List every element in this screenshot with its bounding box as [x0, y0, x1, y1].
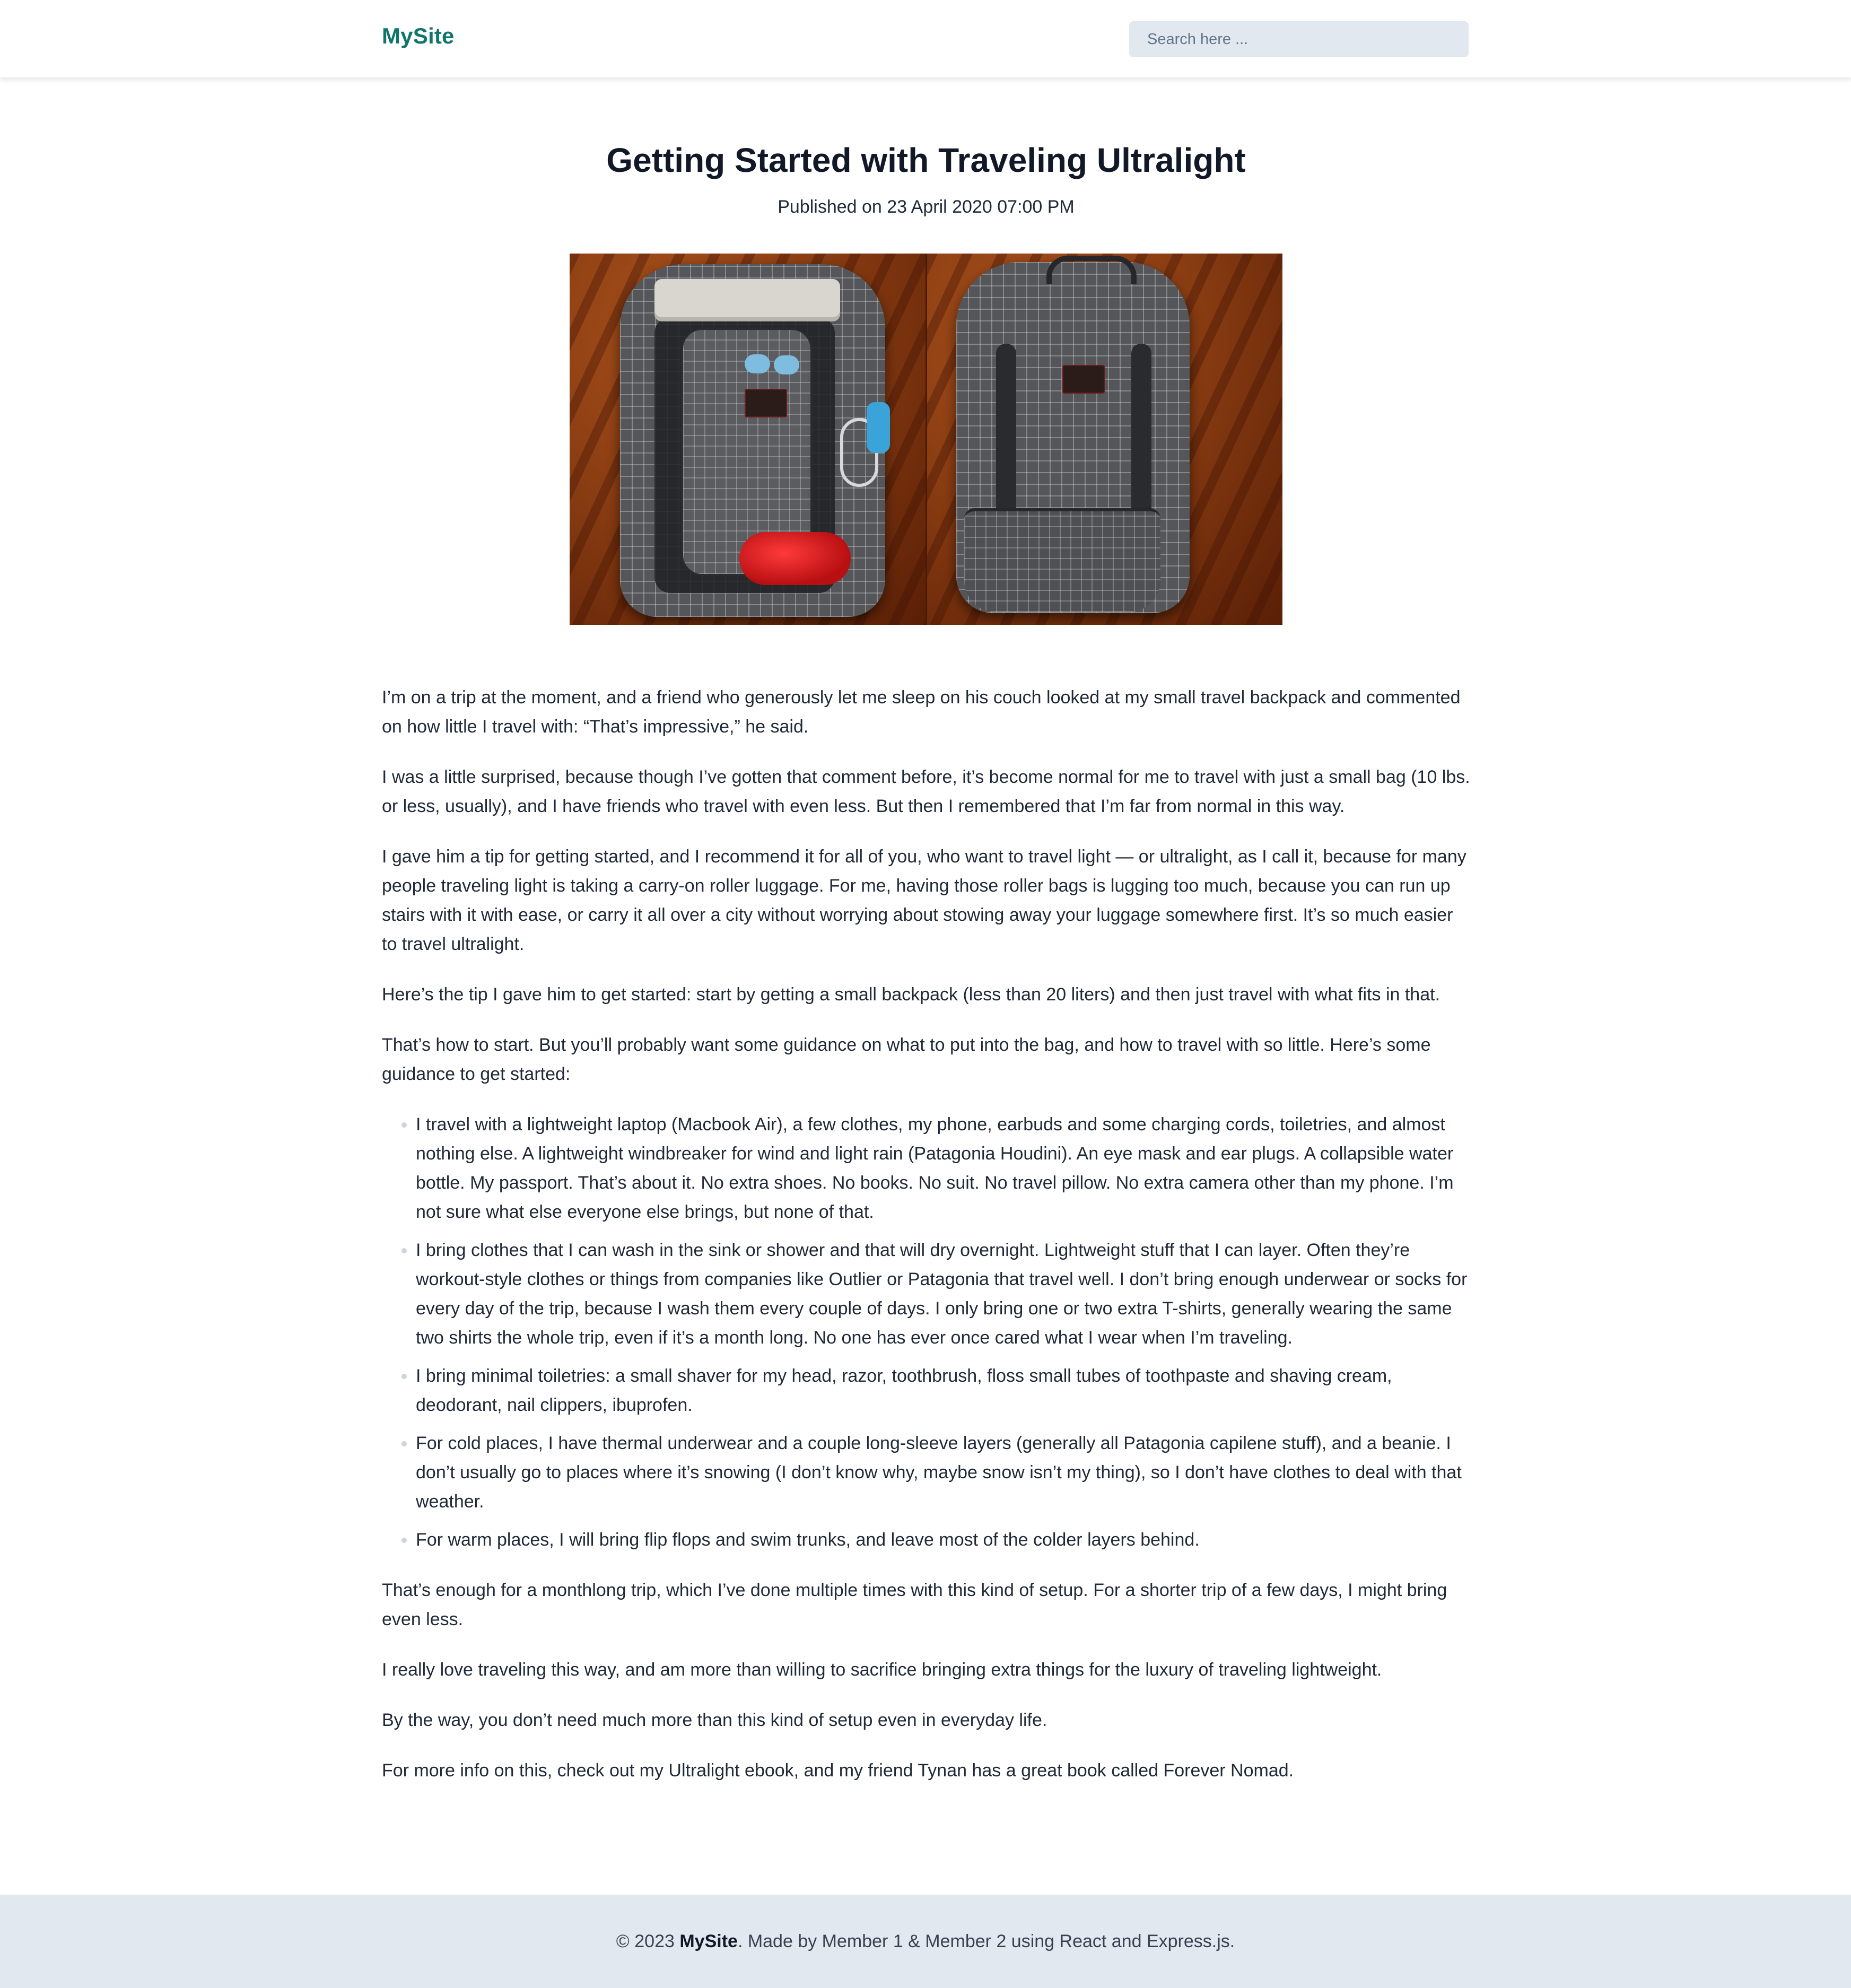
bottom-pocket	[964, 508, 1160, 612]
list-item: I bring minimal toiletries: a small shav…	[416, 1362, 1470, 1420]
hero-image	[570, 253, 1282, 625]
footer-prefix: © 2023	[616, 1931, 680, 1951]
search-input[interactable]	[1129, 21, 1469, 57]
article-title: Getting Started with Traveling Ultraligh…	[606, 141, 1246, 179]
backpack-handle	[1046, 255, 1137, 284]
paragraph: I was a little surprised, because though…	[382, 766, 1470, 816]
paragraph: I gave him a tip for getting started, an…	[382, 846, 1466, 954]
paragraph: I’m on a trip at the moment, and a frien…	[382, 687, 1461, 737]
paragraph: By the way, you don’t need much more tha…	[382, 1710, 1047, 1730]
packing-list: I travel with a lightweight laptop (Macb…	[382, 1110, 1470, 1555]
brand-label	[745, 388, 787, 417]
site-footer: © 2023 MySite. Made by Member 1 & Member…	[0, 1895, 1851, 1988]
list-item: For warm places, I will bring flip flops…	[416, 1525, 1470, 1555]
footer-brand: MySite	[679, 1931, 738, 1951]
footer-text: © 2023 MySite. Made by Member 1 & Member…	[616, 1931, 1235, 1952]
earbud-case	[745, 354, 770, 373]
site-logo-link[interactable]: MySite	[382, 23, 455, 49]
article: Getting Started with Traveling Ultraligh…	[382, 77, 1470, 1807]
list-item: I bring clothes that I can wash in the s…	[416, 1236, 1470, 1353]
closed-backpack-photo	[925, 253, 1282, 625]
earbud-case	[774, 355, 799, 374]
brand-label	[1062, 364, 1105, 394]
red-stuff-sack	[739, 531, 851, 585]
paragraph: I really love traveling this way, and am…	[382, 1659, 1382, 1680]
water-bottle	[867, 402, 890, 453]
list-item: For cold places, I have thermal underwea…	[416, 1429, 1470, 1516]
paragraph: For more info on this, check out my Ultr…	[382, 1760, 1294, 1781]
laptop	[654, 278, 840, 321]
paragraph: That’s enough for a monthlong trip, whic…	[382, 1580, 1447, 1629]
list-item: I travel with a lightweight laptop (Macb…	[416, 1110, 1470, 1227]
published-date: Published on 23 April 2020 07:00 PM	[778, 196, 1075, 217]
footer-suffix: . Made by Member 1 & Member 2 using Reac…	[737, 1931, 1235, 1951]
site-header: MySite	[0, 0, 1851, 77]
article-body: I’m on a trip at the moment, and a frien…	[382, 683, 1470, 1785]
paragraph: Here’s the tip I gave him to get started…	[382, 984, 1440, 1005]
paragraph: That’s how to start. But you’ll probably…	[382, 1034, 1431, 1084]
open-backpack-photo	[570, 253, 926, 625]
